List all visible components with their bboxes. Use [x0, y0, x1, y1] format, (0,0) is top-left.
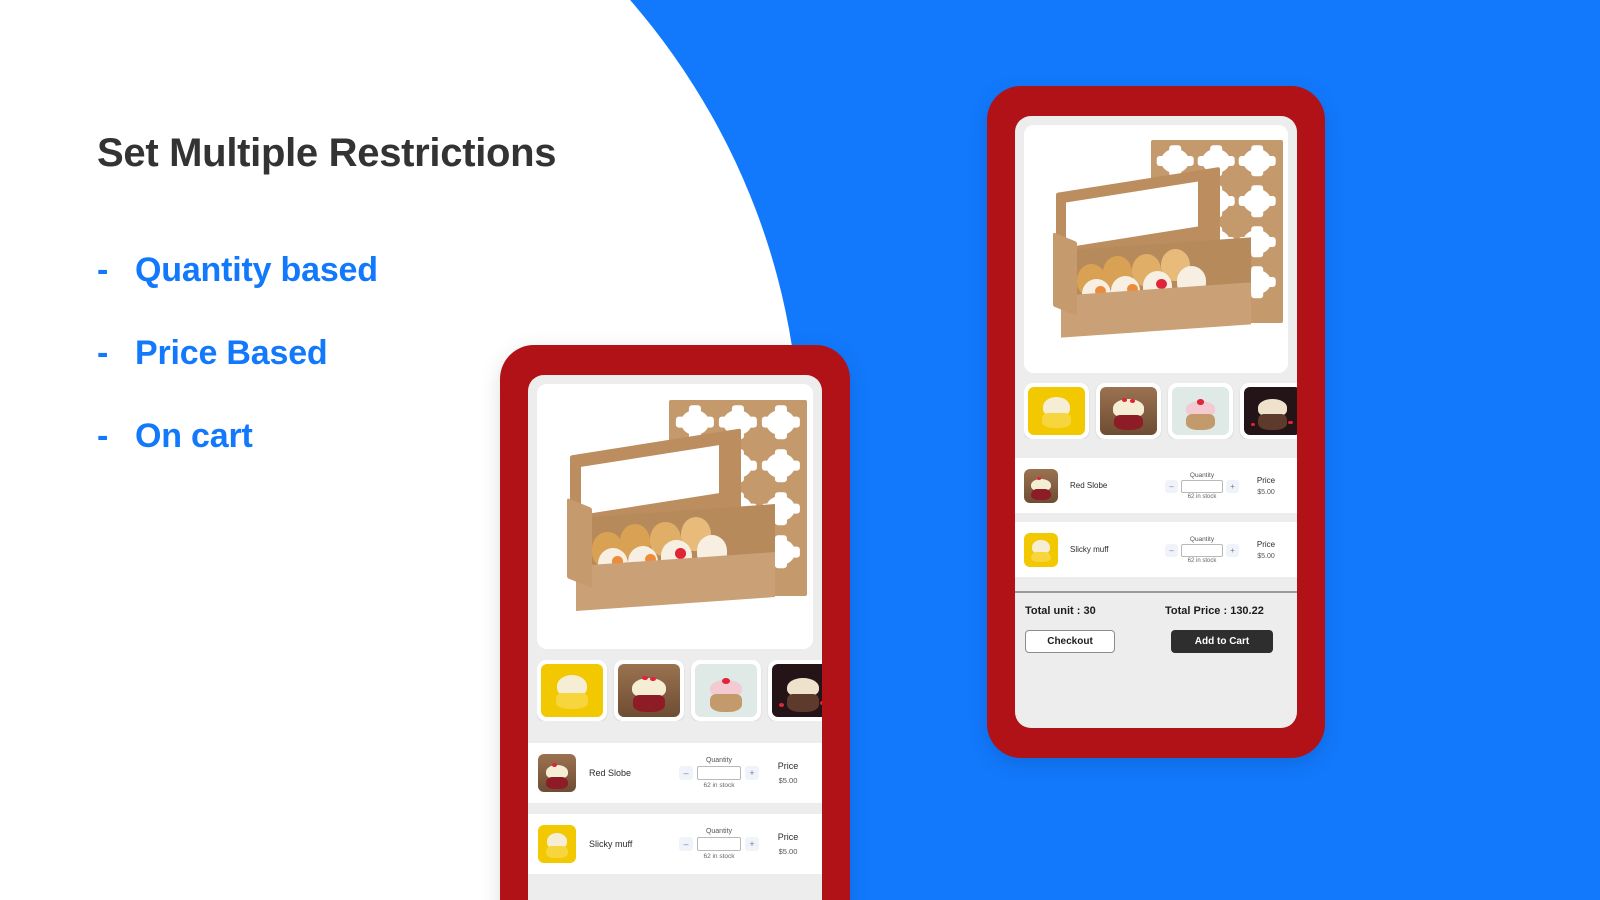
quantity-stepper[interactable]: Quantity – + 62 in stock: [1160, 472, 1244, 500]
checkout-button[interactable]: Checkout: [1025, 630, 1115, 653]
row-thumbnail: [538, 754, 576, 792]
quantity-label: Quantity: [1189, 471, 1215, 479]
price-label: Price: [1256, 539, 1276, 549]
row-thumbnail: [1024, 532, 1058, 567]
quantity-stepper[interactable]: Quantity – + 62 in stock: [674, 828, 764, 860]
phone-mockup-right: Red Slobe Quantity – + 62 in stock Price…: [987, 86, 1325, 758]
quantity-input[interactable]: [697, 837, 741, 851]
row-product-name: Slicky muff: [1070, 545, 1109, 554]
price-value: $5.00: [778, 776, 798, 785]
bullet-dash-icon: -: [97, 251, 109, 289]
row-divider: [528, 732, 822, 743]
row-product-name: Slicky muff: [589, 839, 633, 849]
quantity-increment-button[interactable]: +: [1226, 543, 1239, 557]
thumbnail-pink-frosted-cupcake[interactable]: [1168, 383, 1233, 439]
product-thumbnail-strip-left[interactable]: [537, 660, 822, 721]
quantity-label: Quantity: [705, 757, 733, 764]
quantity-stepper[interactable]: Quantity – + 62 in stock: [674, 757, 764, 789]
quantity-decrement-button[interactable]: –: [1165, 479, 1178, 493]
bullet-dash-icon: -: [97, 417, 109, 455]
add-to-cart-button[interactable]: Add to Cart: [1171, 630, 1273, 653]
row-product-name: Red Slobe: [589, 768, 632, 778]
thumbnail-yellow-cupcake[interactable]: [537, 660, 607, 721]
table-row[interactable]: Red Slobe Quantity – + 62 in stock Price…: [528, 743, 822, 803]
quantity-increment-button[interactable]: +: [745, 766, 759, 780]
feature-list-item-quantity: - Quantity based: [97, 251, 717, 290]
row-product-name: Red Slobe: [1070, 481, 1108, 490]
quantity-stepper[interactable]: Quantity – + 62 in stock: [1160, 536, 1244, 564]
quantity-label: Quantity: [705, 828, 733, 835]
row-divider: [1015, 513, 1297, 522]
page-title: Set Multiple Restrictions: [97, 131, 557, 175]
thumbnail-red-velvet-cupcake[interactable]: [1096, 383, 1161, 439]
price-cell: Price $5.00: [764, 761, 812, 785]
price-value: $5.00: [778, 847, 798, 856]
feature-label-quantity: Quantity based: [135, 251, 378, 289]
quantity-input[interactable]: [1181, 479, 1223, 493]
thumbnail-red-velvet-cupcake[interactable]: [614, 660, 684, 721]
thumbnail-pink-frosted-cupcake[interactable]: [691, 660, 761, 721]
thumbnail-dark-cupcake[interactable]: [768, 660, 822, 721]
stock-text: 62 in stock: [1187, 493, 1217, 500]
quantity-label: Quantity: [1189, 535, 1215, 543]
row-divider: [1015, 449, 1297, 458]
phone-mockup-left: Red Slobe Quantity – + 62 in stock Price…: [500, 345, 850, 900]
phone-screen-left: Red Slobe Quantity – + 62 in stock Price…: [528, 375, 822, 900]
row-divider: [1015, 577, 1297, 591]
action-bar: Checkout Add to Cart: [1015, 617, 1297, 653]
price-label: Price: [777, 761, 799, 771]
totals-bar: Total unit : 30 Total Price : 130.22: [1015, 591, 1297, 617]
product-hero-image-right[interactable]: [1024, 125, 1288, 373]
total-price-text: Total Price : 130.22: [1165, 605, 1264, 617]
thumbnail-dark-cupcake[interactable]: [1240, 383, 1297, 439]
quantity-input[interactable]: [697, 766, 741, 780]
price-value: $5.00: [1257, 552, 1275, 560]
price-label: Price: [1256, 475, 1276, 485]
phone-screen-right: Red Slobe Quantity – + 62 in stock Price…: [1015, 116, 1297, 728]
total-unit-text: Total unit : 30: [1025, 605, 1096, 617]
stock-text: 62 in stock: [703, 782, 735, 789]
thumbnail-yellow-cupcake[interactable]: [1024, 383, 1089, 439]
quantity-increment-button[interactable]: +: [745, 837, 759, 851]
quantity-decrement-button[interactable]: –: [679, 766, 693, 780]
product-hero-image-left[interactable]: [537, 384, 813, 649]
quantity-input[interactable]: [1181, 543, 1223, 557]
price-cell: Price $5.00: [1244, 476, 1288, 496]
price-value: $5.00: [1257, 488, 1275, 496]
quantity-increment-button[interactable]: +: [1226, 479, 1239, 493]
stock-text: 62 in stock: [703, 853, 735, 860]
feature-label-cart: On cart: [135, 417, 253, 455]
row-divider: [528, 803, 822, 814]
price-label: Price: [777, 832, 799, 842]
table-row[interactable]: Slicky muff Quantity – + 62 in stock Pri…: [1015, 522, 1297, 577]
price-cell: Price $5.00: [764, 832, 812, 856]
stock-text: 62 in stock: [1187, 557, 1217, 564]
bullet-dash-icon: -: [97, 334, 109, 372]
quantity-decrement-button[interactable]: –: [1165, 543, 1178, 557]
quantity-decrement-button[interactable]: –: [679, 837, 693, 851]
row-thumbnail: [1024, 468, 1058, 503]
price-cell: Price $5.00: [1244, 540, 1288, 560]
product-row-list-right: Red Slobe Quantity – + 62 in stock Price…: [1015, 449, 1297, 591]
product-row-list-left: Red Slobe Quantity – + 62 in stock Price…: [528, 732, 822, 874]
table-row[interactable]: Slicky muff Quantity – + 62 in stock Pri…: [528, 814, 822, 874]
feature-label-price: Price Based: [135, 334, 328, 372]
row-thumbnail: [538, 825, 576, 863]
product-thumbnail-strip-right[interactable]: [1024, 383, 1297, 439]
table-row[interactable]: Red Slobe Quantity – + 62 in stock Price…: [1015, 458, 1297, 513]
